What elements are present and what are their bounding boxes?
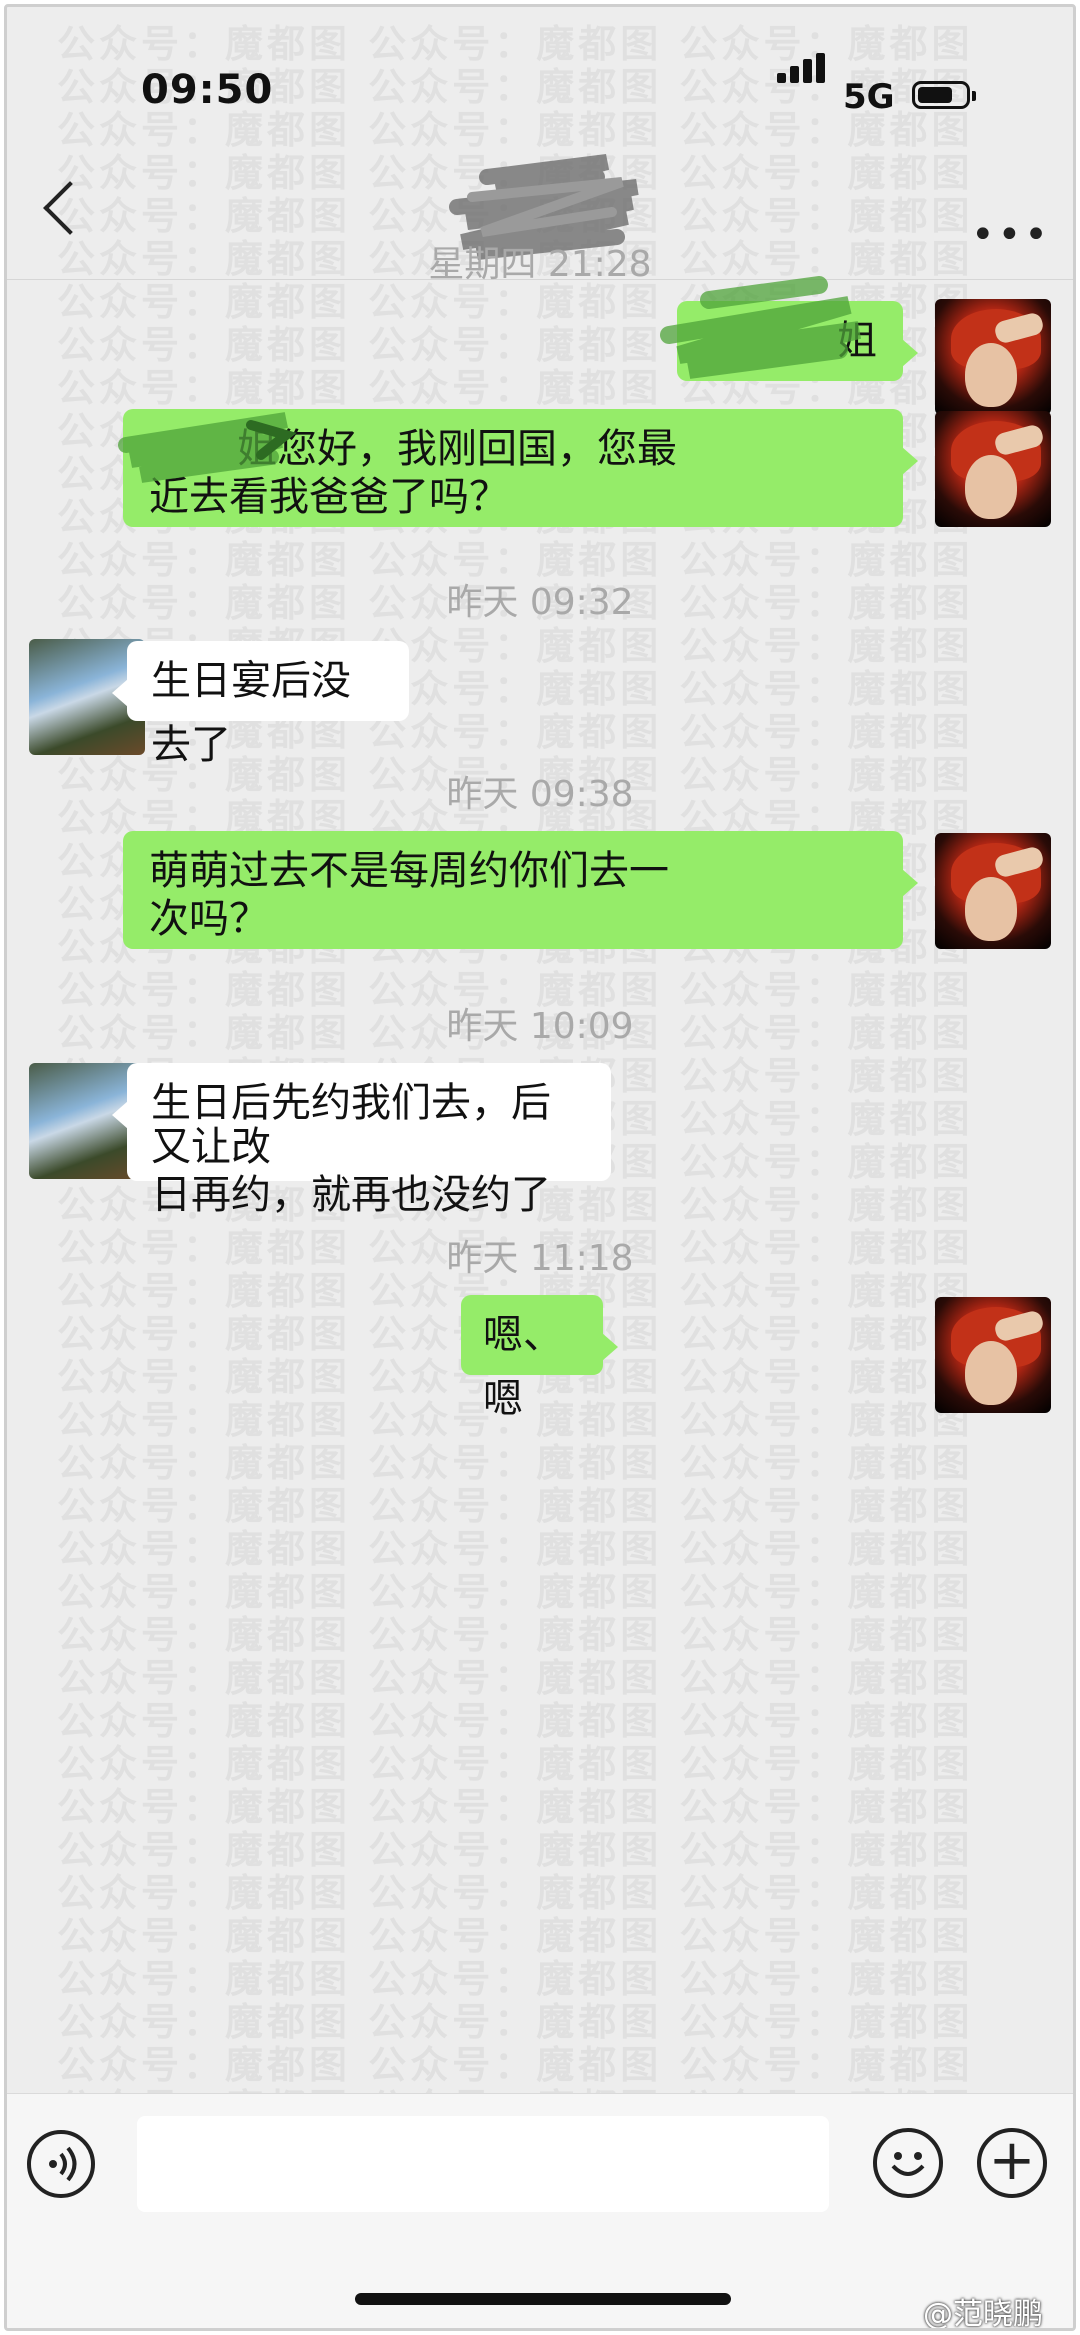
message-text: 生日宴后没去了 <box>151 658 351 768</box>
plus-icon[interactable]: + <box>977 2128 1047 2198</box>
watermark-row: 公众号：魔都图 公众号：魔都图 公众号：魔都图 <box>57 22 974 66</box>
watermark-row: 公众号：魔都图 公众号：魔都图 公众号：魔都图 <box>57 1527 974 1571</box>
message-input[interactable] <box>137 2116 829 2212</box>
timestamp: 昨天 11:18 <box>446 1238 634 1279</box>
timestamp: 昨天 10:09 <box>446 1006 634 1047</box>
source-watermark: @范晓鹏 <box>923 2297 1043 2331</box>
self-avatar[interactable] <box>935 411 1051 527</box>
watermark-row: 公众号：魔都图 公众号：魔都图 公众号：魔都图 <box>57 1699 974 1743</box>
redacted-name-scribble <box>118 412 297 483</box>
self-avatar[interactable] <box>935 1297 1051 1413</box>
watermark-row: 公众号：魔都图 公众号：魔都图 公众号：魔都图 <box>57 1785 974 1829</box>
redacted-name-scribble <box>660 276 862 379</box>
status-time: 09:50 <box>141 67 274 113</box>
watermark-row: 公众号：魔都图 公众号：魔都图 公众号：魔都图 <box>57 1656 974 1700</box>
message-text-line: 萌萌过去不是每周约你们去一 <box>149 848 669 894</box>
self-avatar[interactable] <box>935 299 1051 415</box>
self-avatar[interactable] <box>935 833 1051 949</box>
timestamp: 星期四 21:28 <box>428 244 652 285</box>
battery-icon <box>912 81 976 109</box>
watermark-row: 公众号：魔都图 公众号：魔都图 公众号：魔都图 <box>57 2043 974 2087</box>
watermark-row: 公众号：魔都图 公众号：魔都图 公众号：魔都图 <box>57 1570 974 1614</box>
timestamp: 昨天 09:38 <box>446 774 634 815</box>
back-icon[interactable] <box>43 181 97 235</box>
chat-screen: 公众号：魔都图 公众号：魔都图 公众号：魔都图 公众号：魔都图 公众号：魔都图 … <box>4 4 1076 2331</box>
message-text-line: 生日后先约我们去，后又让改 <box>151 1080 551 1170</box>
watermark-row: 公众号：魔都图 公众号：魔都图 公众号：魔都图 <box>57 1957 974 2001</box>
watermark-row: 公众号：魔都图 公众号：魔都图 公众号：魔都图 <box>57 1828 974 1872</box>
watermark-row: 公众号：魔都图 公众号：魔都图 公众号：魔都图 <box>57 1484 974 1528</box>
sent-message-bubble[interactable]: 萌萌过去不是每周约你们去一 次吗？ <box>123 831 918 949</box>
received-message-bubble[interactable]: 生日宴后没去了 <box>112 641 409 768</box>
timestamp: 昨天 09:32 <box>446 582 634 623</box>
emoji-icon[interactable] <box>873 2128 943 2198</box>
received-message-bubble[interactable]: 生日后先约我们去，后又让改 日再约，就再也没约了 <box>112 1063 611 1217</box>
network-type: 5G <box>843 77 895 117</box>
voice-icon[interactable] <box>27 2130 95 2198</box>
message-text: 嗯、嗯 <box>483 1312 563 1422</box>
message-text-line: 次吗？ <box>149 896 269 942</box>
watermark-row: 公众号：魔都图 公众号：魔都图 公众号：魔都图 <box>57 1914 974 1958</box>
watermark-row: 公众号：魔都图 公众号：魔都图 公众号：魔都图 <box>57 1441 974 1485</box>
message-text-line: 日再约，就再也没约了 <box>151 1172 551 1218</box>
watermark-row: 公众号：魔都图 公众号：魔都图 公众号：魔都图 <box>57 2000 974 2044</box>
watermark-row: 公众号：魔都图 公众号：魔都图 公众号：魔都图 <box>57 1613 974 1657</box>
home-indicator[interactable] <box>355 2293 731 2305</box>
watermark-row: 公众号：魔都图 公众号：魔都图 公众号：魔都图 <box>57 1742 974 1786</box>
watermark-row: 公众号：魔都图 公众号：魔都图 公众号：魔都图 <box>57 1871 974 1915</box>
sent-message-bubble[interactable]: 嗯、嗯 <box>461 1295 618 1422</box>
